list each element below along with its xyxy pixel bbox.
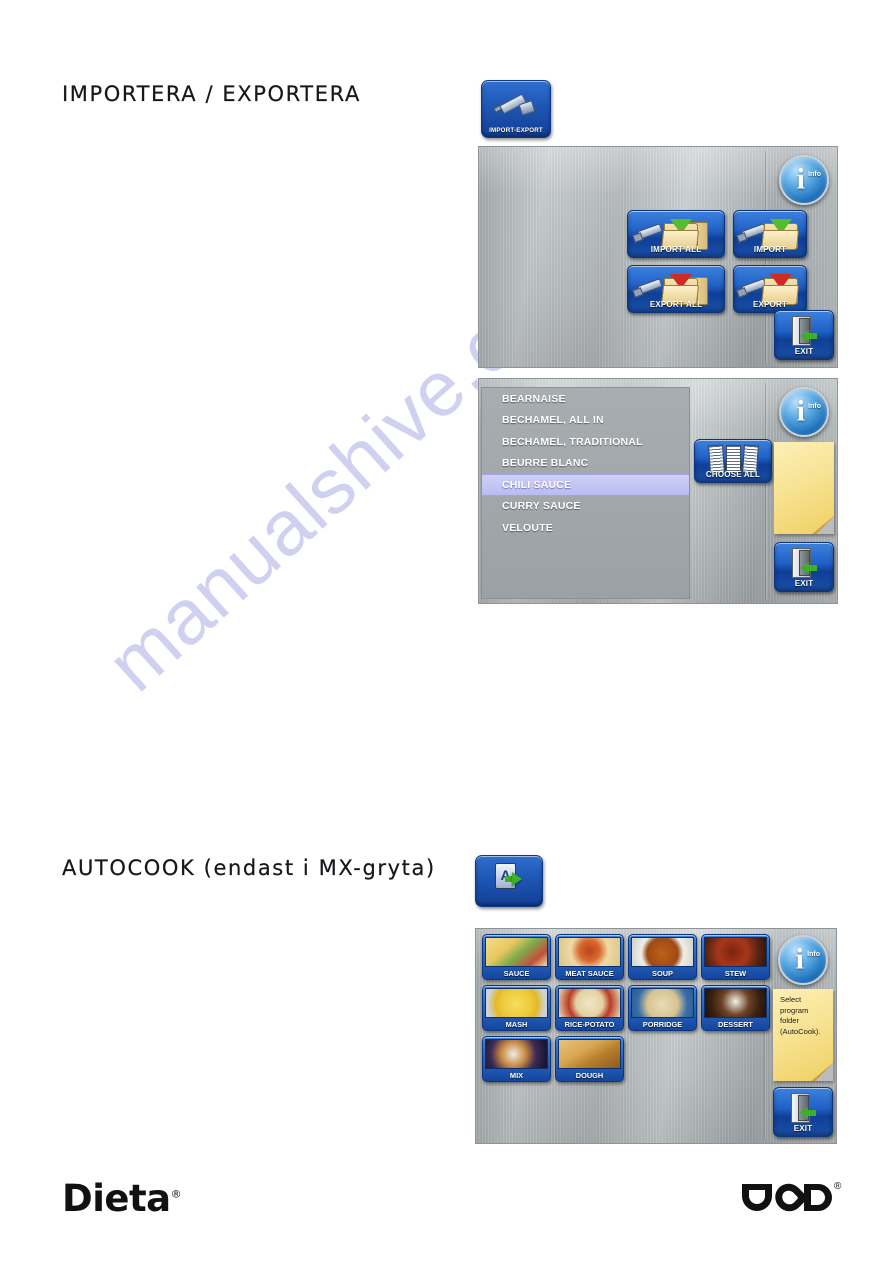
food-photo-stew — [704, 937, 767, 967]
info-label: Info — [808, 402, 821, 410]
autocook-tile-dessert[interactable]: DESSERT — [701, 985, 770, 1031]
list-item[interactable]: BEARNAISE — [482, 388, 689, 410]
button-label: CHOOSE ALL — [705, 470, 761, 479]
usb-stick-icon — [493, 89, 540, 119]
export-button[interactable]: EXPORT — [733, 265, 807, 313]
autocook-tile-porridge[interactable]: PORRIDGE — [628, 985, 697, 1031]
registered-mark: ® — [170, 1187, 182, 1201]
manual-page: manualshive.com IMPORTERA / EXPORTERA IM… — [0, 0, 893, 1263]
food-photo-mix — [485, 1039, 548, 1069]
tile-label: DOUGH — [575, 1071, 604, 1080]
dieta-logo-text: Dieta — [62, 1177, 171, 1220]
list-item-label: VELOUTE — [502, 521, 553, 534]
button-label: EXIT — [794, 347, 814, 356]
button-label: EXIT — [793, 1124, 813, 1133]
list-item-label: BEURRE BLANC — [502, 457, 589, 470]
exit-button[interactable]: EXIT — [774, 310, 834, 360]
food-photo-dough — [558, 1039, 621, 1069]
list-item-label: BEARNAISE — [502, 392, 566, 405]
import-button[interactable]: IMPORT — [733, 210, 807, 258]
autocook-tile-stew[interactable]: STEW — [701, 934, 770, 980]
autocook-tile-meat-sauce[interactable]: MEAT SAUCE — [555, 934, 624, 980]
info-note: Select program folder (AutoCook). — [773, 989, 833, 1081]
dod-drop-shape — [769, 1178, 809, 1217]
tile-label: MEAT SAUCE — [565, 969, 614, 978]
choose-all-button[interactable]: CHOOSE ALL — [694, 439, 772, 483]
list-item-label: CURRY SAUCE — [502, 500, 581, 513]
list-item[interactable]: CURRY SAUCE — [482, 496, 689, 518]
food-photo-porridge — [631, 988, 694, 1018]
info-note — [774, 442, 834, 534]
tile-label: SAUCE — [503, 969, 530, 978]
dod-logo: ® — [742, 1178, 846, 1218]
list-item[interactable]: VELOUTE — [482, 517, 689, 539]
registered-mark: ® — [834, 1181, 842, 1192]
note-text: Select program folder (AutoCook). — [780, 995, 821, 1036]
button-label: EXPORT — [752, 300, 788, 309]
launcher-import-export-button[interactable]: IMPORT-EXPORT — [481, 80, 551, 138]
info-button[interactable]: i Info — [779, 155, 829, 205]
button-label: EXIT — [794, 579, 814, 588]
button-label: EXPORT ALL — [649, 300, 703, 309]
autocook-tile-mash[interactable]: MASH — [482, 985, 551, 1031]
exit-button[interactable]: EXIT — [773, 1087, 833, 1137]
door-exit-icon — [788, 548, 820, 578]
list-item[interactable]: BECHAMEL, ALL IN — [482, 410, 689, 432]
info-symbol: i — [796, 162, 805, 196]
door-exit-icon — [787, 1093, 819, 1123]
tile-label: DESSERT — [718, 1020, 753, 1029]
dieta-logo: Dieta® — [62, 1177, 182, 1220]
food-photo-mash — [485, 988, 548, 1018]
door-exit-icon — [788, 316, 820, 346]
food-photo-meat-sauce — [558, 937, 621, 967]
import-all-button[interactable]: IMPORT ALL — [627, 210, 725, 258]
tile-label: MIX — [509, 1071, 524, 1080]
food-photo-soup — [631, 937, 694, 967]
food-photo-dessert — [704, 988, 767, 1018]
autocook-tile-dough[interactable]: DOUGH — [555, 1036, 624, 1082]
button-label: IMPORT — [753, 245, 787, 254]
food-photo-rice-potato — [558, 988, 621, 1018]
food-photo-sauce — [485, 937, 548, 967]
recipe-list[interactable]: BEARNAISE BECHAMEL, ALL IN BECHAMEL, TRA… — [481, 387, 690, 599]
info-symbol: i — [796, 394, 805, 428]
dod-letter-d1 — [742, 1184, 772, 1211]
tile-label: SOUP — [652, 969, 673, 978]
info-button[interactable]: i Info — [779, 387, 829, 437]
launcher-autocook-button[interactable] — [475, 855, 543, 907]
list-item-label: CHILI SAUCE — [502, 478, 572, 491]
info-button[interactable]: i Info — [778, 935, 828, 985]
exit-button[interactable]: EXIT — [774, 542, 834, 592]
tile-label: RICE-POTATO — [564, 1020, 615, 1029]
recipe-list-screen: BEARNAISE BECHAMEL, ALL IN BECHAMEL, TRA… — [478, 378, 838, 604]
dod-letter-d2 — [804, 1184, 832, 1211]
list-item-label: BECHAMEL, TRADITIONAL — [502, 435, 643, 448]
info-label: Info — [808, 170, 821, 178]
section-heading-autocook: AUTOCOOK (endast i MX-gryta) — [62, 856, 436, 880]
button-label: IMPORT ALL — [650, 245, 702, 254]
autocook-tile-mix[interactable]: MIX — [482, 1036, 551, 1082]
tile-label: STEW — [724, 969, 747, 978]
export-all-button[interactable]: EXPORT ALL — [627, 265, 725, 313]
list-item-label: BECHAMEL, ALL IN — [502, 414, 604, 427]
autocook-tile-sauce[interactable]: SAUCE — [482, 934, 551, 980]
tile-label: PORRIDGE — [642, 1020, 683, 1029]
list-item[interactable]: BEURRE BLANC — [482, 453, 689, 475]
autocook-tile-rice-potato[interactable]: RICE-POTATO — [555, 985, 624, 1031]
autocook-tile-soup[interactable]: SOUP — [628, 934, 697, 980]
autocook-screen: SAUCE MEAT SAUCE SOUP STEW MASH RICE-POT… — [475, 928, 837, 1144]
launcher-label: IMPORT-EXPORT — [489, 127, 543, 134]
panel-divider — [765, 383, 767, 599]
info-symbol: i — [795, 942, 804, 976]
list-item[interactable]: BECHAMEL, TRADITIONAL — [482, 431, 689, 453]
list-item-selected[interactable]: CHILI SAUCE — [482, 474, 689, 496]
info-label: Info — [807, 950, 820, 958]
section-heading-import-export: IMPORTERA / EXPORTERA — [62, 82, 361, 106]
import-export-screen: IMPORT ALL IMPORT EXPORT ALL EXPORT i In… — [478, 146, 838, 368]
tile-label: MASH — [505, 1020, 528, 1029]
